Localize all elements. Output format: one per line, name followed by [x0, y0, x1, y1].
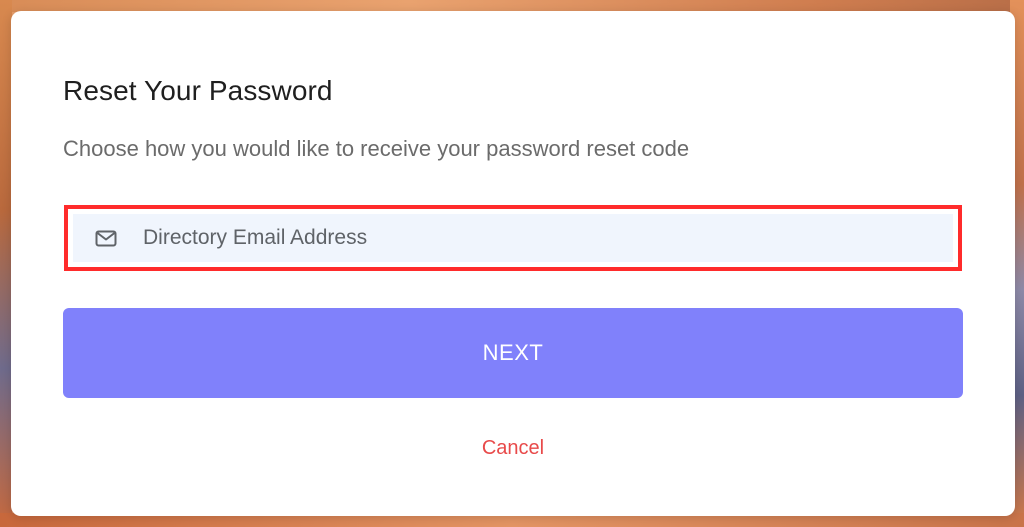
cancel-link[interactable]: Cancel	[11, 437, 1015, 460]
dialog-title: Reset Your Password	[63, 75, 333, 106]
reset-password-dialog: Reset Your Password Choose how you would…	[11, 11, 1015, 516]
option-directory-email[interactable]: Directory Email Address	[73, 214, 953, 262]
dialog-subtitle: Choose how you would like to receive you…	[63, 136, 690, 161]
next-button[interactable]: NEXT	[63, 308, 963, 398]
option-label: Directory Email Address	[143, 226, 368, 249]
mail-icon	[95, 229, 117, 247]
